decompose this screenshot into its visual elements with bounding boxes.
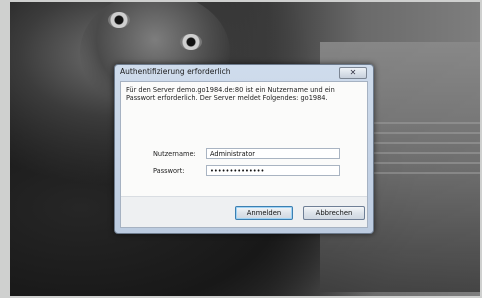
password-label: Passwort: — [153, 167, 185, 175]
username-label: Nutzername: — [153, 150, 196, 158]
dialog-message: Für den Server demo.go1984.de:80 ist ein… — [126, 86, 335, 103]
username-input[interactable]: Administrator — [206, 148, 340, 159]
close-button[interactable]: ✕ — [339, 67, 367, 79]
dialog-titlebar[interactable]: Authentifizierung erforderlich ✕ — [115, 65, 373, 81]
login-button[interactable]: Anmelden — [235, 206, 293, 220]
dialog-content: Für den Server demo.go1984.de:80 ist ein… — [120, 81, 368, 228]
auth-dialog: Authentifizierung erforderlich ✕ Für den… — [114, 64, 374, 234]
password-input[interactable]: •••••••••••••• — [206, 165, 340, 176]
dialog-title: Authentifizierung erforderlich — [120, 67, 231, 76]
close-icon: ✕ — [349, 68, 357, 77]
background-eye-right — [180, 34, 202, 50]
background-eye-left — [108, 12, 130, 28]
cancel-button[interactable]: Abbrechen — [303, 206, 365, 220]
